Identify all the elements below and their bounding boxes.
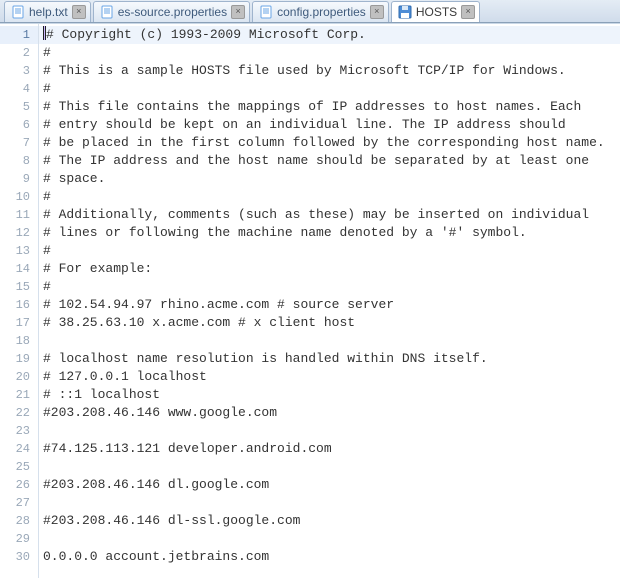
code-line[interactable]: # xyxy=(39,188,620,206)
line-number: 15 xyxy=(0,278,38,296)
line-number: 9 xyxy=(0,170,38,188)
code-line[interactable]: # ::1 localhost xyxy=(39,386,620,404)
line-number: 22 xyxy=(0,404,38,422)
tab-config-properties[interactable]: config.properties × xyxy=(252,1,389,22)
line-number: 1 xyxy=(0,26,38,44)
code-line[interactable]: # 127.0.0.1 localhost xyxy=(39,368,620,386)
tab-label: help.txt xyxy=(29,5,68,19)
code-line[interactable]: # be placed in the first column followed… xyxy=(39,134,620,152)
code-line[interactable] xyxy=(39,494,620,512)
line-number: 11 xyxy=(0,206,38,224)
line-number: 24 xyxy=(0,440,38,458)
code-line[interactable]: # This is a sample HOSTS file used by Mi… xyxy=(39,62,620,80)
code-line[interactable]: #203.208.46.146 dl.google.com xyxy=(39,476,620,494)
line-number: 17 xyxy=(0,314,38,332)
line-number: 12 xyxy=(0,224,38,242)
tab-es-source-properties[interactable]: es-source.properties × xyxy=(93,1,250,22)
code-line[interactable]: # For example: xyxy=(39,260,620,278)
code-line[interactable]: # Copyright (c) 1993-2009 Microsoft Corp… xyxy=(39,26,620,44)
close-icon[interactable]: × xyxy=(231,5,245,19)
tab-label: HOSTS xyxy=(416,5,457,19)
tab-label: es-source.properties xyxy=(118,5,227,19)
close-icon[interactable]: × xyxy=(370,5,384,19)
code-line[interactable]: 0.0.0.0 account.jetbrains.com xyxy=(39,548,620,566)
line-number: 3 xyxy=(0,62,38,80)
line-number: 26 xyxy=(0,476,38,494)
tab-bar: help.txt×es-source.properties×config.pro… xyxy=(0,0,620,23)
line-number: 18 xyxy=(0,332,38,350)
file-icon xyxy=(259,5,273,19)
code-line[interactable]: # This file contains the mappings of IP … xyxy=(39,98,620,116)
code-line[interactable]: # entry should be kept on an individual … xyxy=(39,116,620,134)
line-number: 19 xyxy=(0,350,38,368)
line-number: 2 xyxy=(0,44,38,62)
line-number: 14 xyxy=(0,260,38,278)
code-line[interactable]: #203.208.46.146 dl-ssl.google.com xyxy=(39,512,620,530)
code-line[interactable]: # space. xyxy=(39,170,620,188)
disk-icon xyxy=(398,5,412,19)
code-line[interactable]: #74.125.113.121 developer.android.com xyxy=(39,440,620,458)
line-number: 5 xyxy=(0,98,38,116)
tab-label: config.properties xyxy=(277,5,366,19)
code-line[interactable]: # lines or following the machine name de… xyxy=(39,224,620,242)
code-area[interactable]: # Copyright (c) 1993-2009 Microsoft Corp… xyxy=(39,24,620,578)
code-line[interactable]: # localhost name resolution is handled w… xyxy=(39,350,620,368)
line-number: 23 xyxy=(0,422,38,440)
code-line[interactable] xyxy=(39,530,620,548)
code-line[interactable]: # The IP address and the host name shoul… xyxy=(39,152,620,170)
line-number: 16 xyxy=(0,296,38,314)
code-line[interactable] xyxy=(39,422,620,440)
file-icon xyxy=(100,5,114,19)
code-line[interactable]: # xyxy=(39,242,620,260)
line-number: 28 xyxy=(0,512,38,530)
line-number: 27 xyxy=(0,494,38,512)
line-number: 25 xyxy=(0,458,38,476)
code-line[interactable] xyxy=(39,458,620,476)
close-icon[interactable]: × xyxy=(461,5,475,19)
line-number: 13 xyxy=(0,242,38,260)
line-number-gutter: 1234567891011121314151617181920212223242… xyxy=(0,24,39,578)
line-number: 20 xyxy=(0,368,38,386)
line-number: 4 xyxy=(0,80,38,98)
line-number: 10 xyxy=(0,188,38,206)
file-icon xyxy=(11,5,25,19)
tab-help-txt[interactable]: help.txt × xyxy=(4,1,91,22)
code-line[interactable]: # 38.25.63.10 x.acme.com # x client host xyxy=(39,314,620,332)
code-line[interactable]: # xyxy=(39,278,620,296)
code-line[interactable] xyxy=(39,332,620,350)
editor-area[interactable]: 1234567891011121314151617181920212223242… xyxy=(0,23,620,578)
code-line[interactable]: # Additionally, comments (such as these)… xyxy=(39,206,620,224)
line-number: 8 xyxy=(0,152,38,170)
line-number: 21 xyxy=(0,386,38,404)
code-line[interactable]: # xyxy=(39,80,620,98)
tab-hosts[interactable]: HOSTS × xyxy=(391,1,480,22)
line-number: 7 xyxy=(0,134,38,152)
code-line[interactable]: # xyxy=(39,44,620,62)
code-line[interactable]: # 102.54.94.97 rhino.acme.com # source s… xyxy=(39,296,620,314)
code-line[interactable]: #203.208.46.146 www.google.com xyxy=(39,404,620,422)
line-number: 6 xyxy=(0,116,38,134)
line-number: 29 xyxy=(0,530,38,548)
line-number: 30 xyxy=(0,548,38,566)
code-text: # Copyright (c) 1993-2009 Microsoft Corp… xyxy=(46,27,366,42)
close-icon[interactable]: × xyxy=(72,5,86,19)
